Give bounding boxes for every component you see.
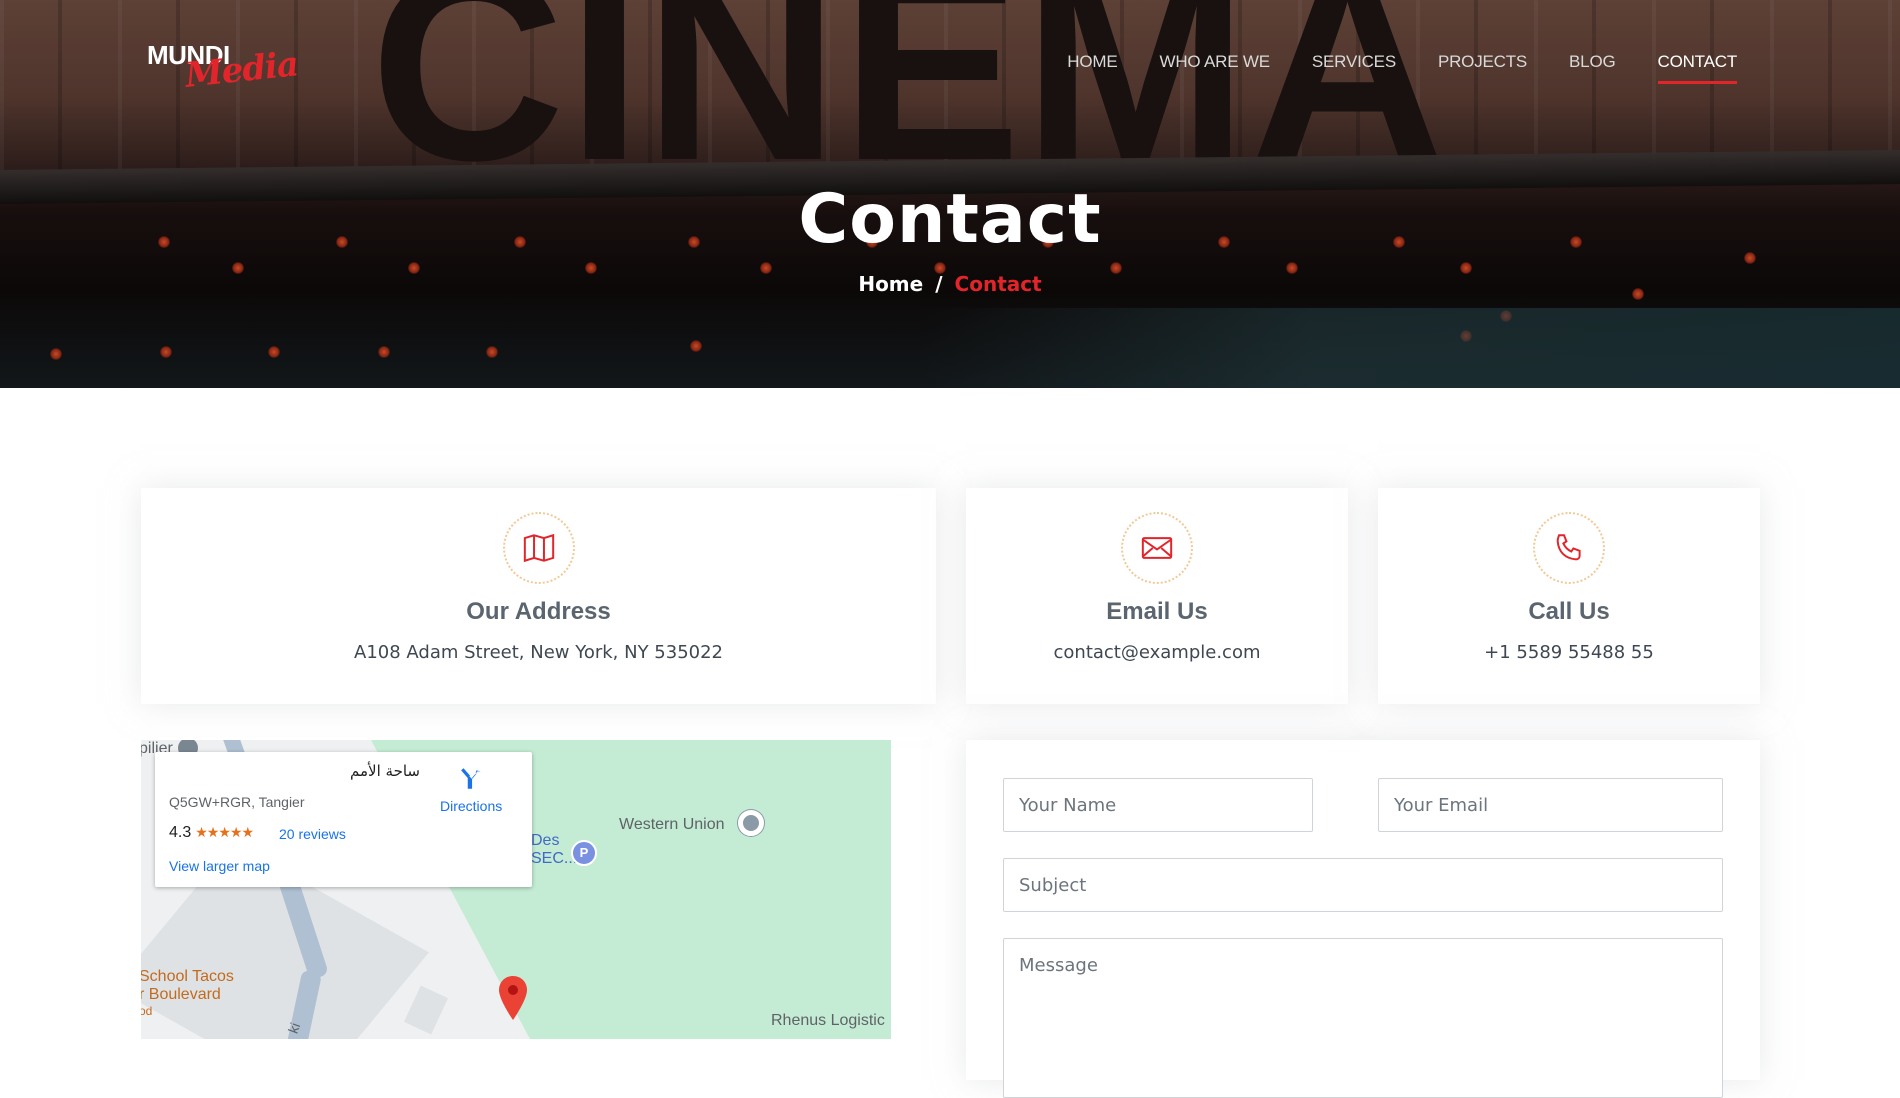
breadcrumb: Home / Contact xyxy=(0,272,1900,296)
map-reviews-link[interactable]: 20 reviews xyxy=(279,826,346,842)
email-card: Email Us contact@example.com xyxy=(966,488,1348,704)
directions-icon[interactable] xyxy=(458,766,484,792)
map-plus-code: Q5GW+RGR, Tangier xyxy=(169,794,305,810)
embedded-map[interactable]: pilier Western Union Des SEC... P School… xyxy=(141,740,891,1039)
address-card-title: Our Address xyxy=(466,598,611,625)
breadcrumb-home-link[interactable]: Home xyxy=(858,272,923,296)
main-nav: HOME WHO ARE WE SERVICES PROJECTS BLOG C… xyxy=(1046,52,1758,84)
name-input[interactable] xyxy=(1003,778,1313,832)
map-rating: 4.3 ★★★★★ xyxy=(169,824,254,842)
envelope-icon xyxy=(1121,512,1193,584)
map-label-school-tacos: School Tacos xyxy=(141,968,234,985)
nav-item-who-are-we[interactable]: WHO ARE WE xyxy=(1138,52,1290,84)
address-card: Our Address A108 Adam Street, New York, … xyxy=(141,488,936,704)
address-card-text: A108 Adam Street, New York, NY 535022 xyxy=(354,642,723,663)
map-icon xyxy=(502,512,575,584)
call-card-title: Call Us xyxy=(1528,598,1610,625)
nav-item-services[interactable]: SERVICES xyxy=(1291,52,1417,84)
message-textarea[interactable] xyxy=(1003,938,1723,1098)
call-card: Call Us +1 5589 55488 55 xyxy=(1378,488,1760,704)
western-union-pin-icon xyxy=(738,810,764,836)
phone-icon xyxy=(1533,512,1605,584)
page-title: Contact xyxy=(798,180,1102,259)
nav-item-contact[interactable]: CONTACT xyxy=(1637,52,1759,84)
breadcrumb-separator: / xyxy=(935,272,943,296)
email-input[interactable] xyxy=(1378,778,1723,832)
nav-item-blog[interactable]: BLOG xyxy=(1548,52,1636,84)
breadcrumb-current: Contact xyxy=(954,272,1042,296)
map-place-name: ساحة الأمم xyxy=(350,762,420,780)
map-info-popup: ساحة الأمم Q5GW+RGR, Tangier 4.3 ★★★★★ 20… xyxy=(155,752,532,887)
parking-icon: P xyxy=(571,840,597,866)
map-rating-value: 4.3 xyxy=(169,824,192,841)
star-rating-icon: ★★★★★ xyxy=(195,824,254,840)
nav-item-projects[interactable]: PROJECTS xyxy=(1417,52,1548,84)
email-card-title: Email Us xyxy=(1106,598,1208,625)
email-card-text[interactable]: contact@example.com xyxy=(966,642,1348,663)
call-card-text[interactable]: +1 5589 55488 55 xyxy=(1378,642,1760,663)
nav-item-home[interactable]: HOME xyxy=(1046,52,1138,84)
map-label-rhenus: Rhenus Logistic xyxy=(771,1012,885,1029)
location-pin-icon[interactable] xyxy=(498,976,528,1020)
map-label-boulevard: r Boulevard xyxy=(141,986,221,1003)
directions-link[interactable]: Directions xyxy=(440,798,502,814)
site-logo[interactable]: MUNDI Media xyxy=(147,40,307,96)
contact-form xyxy=(966,740,1760,1098)
view-larger-map-link[interactable]: View larger map xyxy=(169,858,270,874)
subject-input[interactable] xyxy=(1003,858,1723,912)
map-label-western-union: Western Union xyxy=(619,816,725,833)
map-label-food: od xyxy=(141,1004,153,1018)
